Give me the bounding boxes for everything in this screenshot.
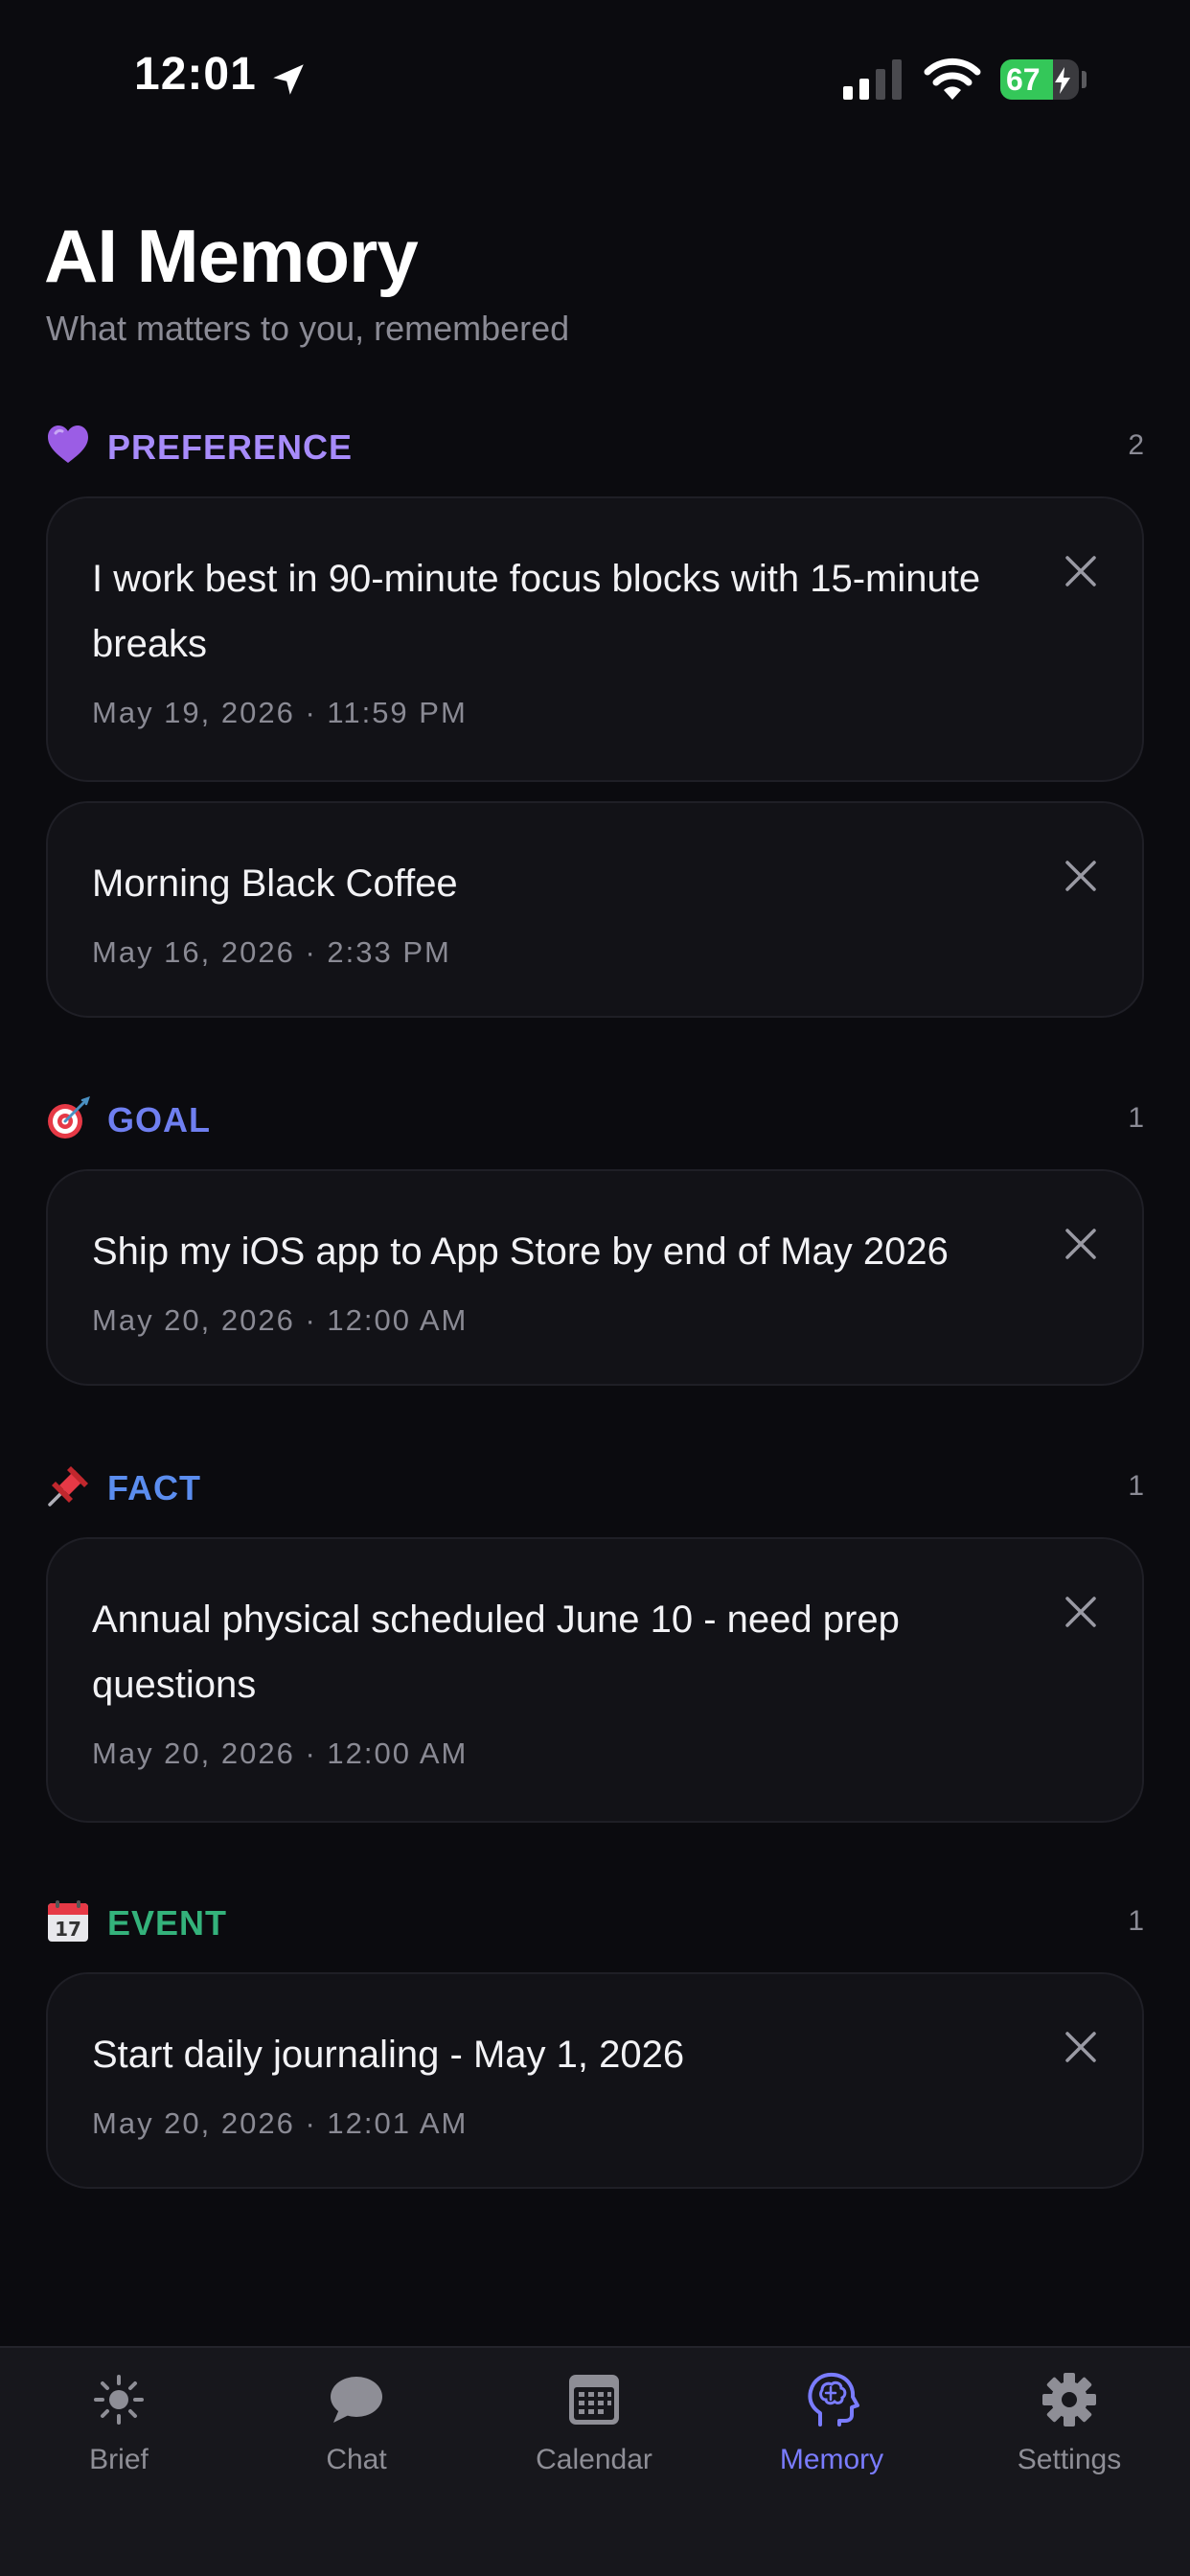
memory-card[interactable]: Morning Black Coffee May 16, 2026 · 2:33… (46, 801, 1144, 1018)
purple-heart-icon (48, 426, 88, 463)
memory-text: I work best in 90-minute focus blocks wi… (92, 558, 981, 665)
section-title-fact: FACT (107, 1468, 201, 1507)
cellular-signal-icon (843, 59, 902, 100)
memory-timestamp: May 16, 2026 · 2:33 PM (92, 935, 451, 969)
location-arrow-icon (273, 64, 304, 95)
memory-text: Morning Black Coffee (92, 862, 458, 905)
brain-head-icon (808, 2372, 859, 2426)
calendar-icon (569, 2375, 619, 2425)
close-icon[interactable] (1060, 550, 1102, 592)
section-count-preference: 2 (1128, 429, 1144, 461)
chat-bubble-icon (331, 2377, 382, 2423)
memory-text: Start daily journaling - May 1, 2026 (92, 2034, 685, 2076)
tab-chat[interactable]: Chat (238, 2348, 475, 2540)
tab-label: Calendar (536, 2444, 652, 2475)
tab-calendar[interactable]: Calendar (475, 2348, 713, 2540)
battery-level: 67 (1006, 62, 1041, 97)
tab-label: Settings (1017, 2444, 1122, 2475)
memory-text: Ship my iOS app to App Store by end of M… (92, 1230, 949, 1273)
status-time: 12:01 (134, 49, 257, 100)
memory-card[interactable]: Ship my iOS app to App Store by end of M… (46, 1169, 1144, 1386)
status-bar: 12:01 67 (0, 0, 1190, 163)
section-title-goal: GOAL (107, 1100, 211, 1139)
tab-settings[interactable]: Settings (950, 2348, 1188, 2540)
tab-label: Brief (89, 2444, 149, 2475)
memory-timestamp: May 20, 2026 · 12:00 AM (92, 1736, 469, 1770)
section-title-preference: PREFERENCE (107, 427, 354, 467)
page-subtitle: What matters to you, remembered (46, 309, 570, 348)
battery-cap (1082, 71, 1087, 88)
svg-text:17: 17 (55, 1918, 81, 1941)
memory-screen: 12:01 67 AI Memory What matters to you, … (0, 0, 1190, 2576)
section-header-goal: GOAL 1 (46, 1092, 1144, 1146)
wifi-icon (924, 58, 981, 100)
memory-timestamp: May 20, 2026 · 12:00 AM (92, 1303, 469, 1337)
tab-brief[interactable]: Brief (0, 2348, 238, 2540)
section-count-fact: 1 (1128, 1470, 1144, 1502)
section-header-event: 17 EVENT 1 (46, 1896, 1144, 1949)
close-icon[interactable] (1060, 1223, 1102, 1265)
charging-bolt-icon (1055, 67, 1070, 94)
tab-memory[interactable]: Memory (713, 2348, 950, 2540)
sun-icon (94, 2375, 144, 2425)
section-count-event: 1 (1128, 1905, 1144, 1937)
section-header-fact: FACT 1 (46, 1460, 1144, 1514)
memory-card[interactable]: Start daily journaling - May 1, 2026 May… (46, 1972, 1144, 2189)
direct-hit-target-icon (48, 1096, 90, 1138)
close-icon[interactable] (1060, 855, 1102, 897)
page-title: AI Memory (44, 214, 419, 298)
section-title-event: EVENT (107, 1903, 228, 1943)
calendar-17-icon: 17 (48, 1900, 88, 1942)
section-header-preference: PREFERENCE 2 (46, 420, 1144, 473)
section-count-goal: 1 (1128, 1102, 1144, 1134)
close-icon[interactable] (1060, 2026, 1102, 2068)
memory-timestamp: May 20, 2026 · 12:01 AM (92, 2106, 469, 2140)
pushpin-icon (48, 1466, 88, 1506)
tab-bar: Brief Chat Calendar Memory Settings (0, 2346, 1190, 2576)
memory-text: Annual physical scheduled June 10 - need… (92, 1598, 900, 1706)
memory-timestamp: May 19, 2026 · 11:59 PM (92, 696, 468, 729)
memory-card[interactable]: I work best in 90-minute focus blocks wi… (46, 496, 1144, 782)
tab-label: Memory (779, 2444, 884, 2475)
battery-indicator: 67 (1000, 59, 1079, 100)
tab-label: Chat (326, 2444, 387, 2475)
gear-icon (1042, 2373, 1096, 2426)
close-icon[interactable] (1060, 1591, 1102, 1633)
memory-card[interactable]: Annual physical scheduled June 10 - need… (46, 1537, 1144, 1823)
